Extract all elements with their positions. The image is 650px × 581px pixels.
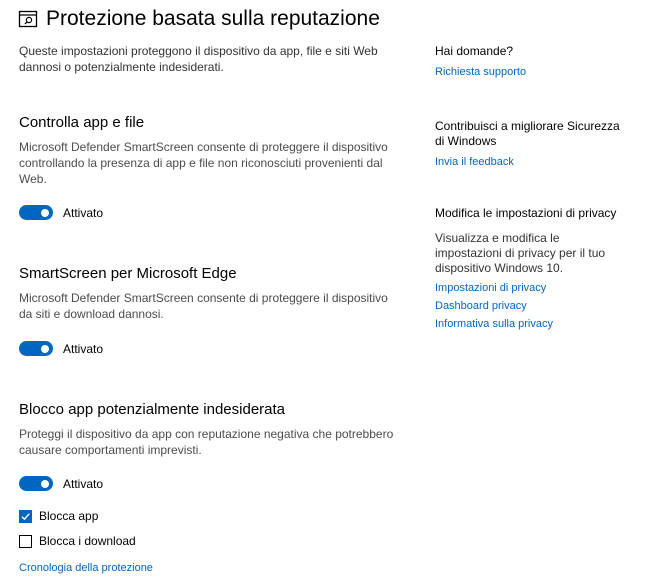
block-apps-checkbox[interactable] [19, 509, 32, 523]
block-downloads-label: Blocca i download [39, 534, 136, 548]
protection-history-link[interactable]: Cronologia della protezione [19, 562, 153, 574]
block-apps-label: Blocca app [39, 509, 99, 523]
sidebar-feedback: Contribuisci a migliorare Sicurezza di W… [435, 119, 625, 168]
block-downloads-row: Blocca i download [19, 534, 136, 548]
section-title-pua: Blocco app potenzialmente indesiderata [19, 401, 286, 418]
checkmark-icon [21, 512, 30, 520]
section-edge: SmartScreen per Microsoft Edge Microsoft… [19, 264, 404, 322]
pua-toggle-label: Attivato [63, 476, 104, 491]
page-header: Protezione basata sulla reputazione [18, 7, 380, 31]
sidebar-privacy-heading: Modifica le impostazioni di privacy [435, 206, 617, 220]
privacy-statement-link[interactable]: Informativa sulla privacy [435, 318, 625, 330]
sidebar-privacy-text: Visualizza e modifica le impostazioni di… [435, 231, 606, 275]
section-desc-pua: Proteggi il dispositivo da app con reput… [19, 427, 394, 457]
block-downloads-checkbox[interactable] [19, 534, 32, 548]
apps-files-toggle-label: Attivato [63, 205, 104, 220]
sidebar-questions-heading: Hai domande? [435, 44, 514, 58]
page-title: Protezione basata sulla reputazione [46, 7, 380, 30]
sidebar-privacy: Modifica le impostazioni di privacy Visu… [435, 206, 625, 330]
section-title-apps-files: Controlla app e file [19, 114, 145, 131]
support-request-link[interactable]: Richiesta supporto [435, 66, 625, 78]
toggle-row-pua: Attivato [19, 476, 103, 491]
browser-shield-icon [18, 9, 38, 29]
toggle-row-apps-files: Attivato [19, 205, 103, 220]
privacy-settings-link[interactable]: Impostazioni di privacy [435, 282, 625, 294]
pua-toggle[interactable] [19, 476, 53, 491]
section-pua: Blocco app potenzialmente indesiderata P… [19, 400, 404, 458]
privacy-dashboard-link[interactable]: Dashboard privacy [435, 300, 625, 312]
block-apps-row: Blocca app [19, 509, 98, 523]
send-feedback-link[interactable]: Invia il feedback [435, 156, 625, 168]
toggle-knob [41, 208, 49, 217]
page-intro: Queste impostazioni proteggono il dispos… [19, 44, 378, 74]
apps-files-toggle[interactable] [19, 205, 53, 220]
section-title-edge: SmartScreen per Microsoft Edge [19, 265, 237, 282]
section-desc-apps-files: Microsoft Defender SmartScreen consente … [19, 140, 388, 186]
sidebar-feedback-heading: Contribuisci a migliorare Sicurezza di W… [435, 119, 620, 148]
sidebar-questions: Hai domande? Richiesta supporto [435, 44, 625, 78]
toggle-row-edge: Attivato [19, 341, 103, 356]
edge-toggle[interactable] [19, 341, 53, 356]
reputation-protection-page: Protezione basata sulla reputazione Ques… [0, 0, 650, 581]
section-apps-files: Controlla app e file Microsoft Defender … [19, 113, 404, 187]
toggle-knob [41, 479, 49, 488]
edge-toggle-label: Attivato [63, 341, 104, 356]
toggle-knob [41, 344, 49, 353]
section-desc-edge: Microsoft Defender SmartScreen consente … [19, 291, 388, 321]
